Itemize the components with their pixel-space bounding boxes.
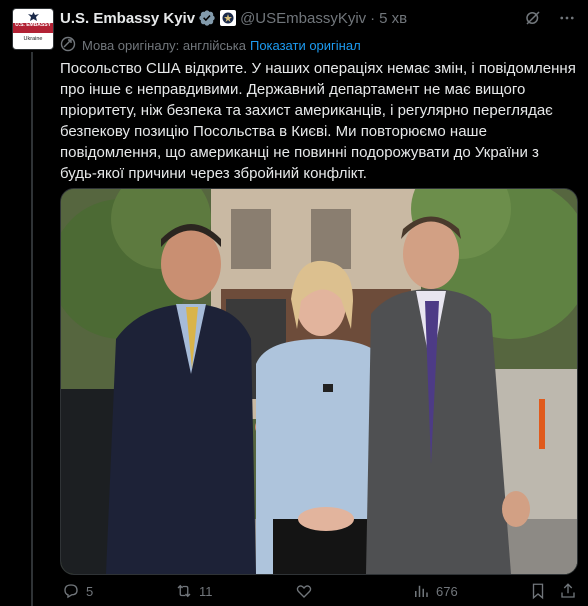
view-count: 676 <box>436 583 458 599</box>
translate-icon <box>60 36 76 55</box>
verified-badge-icon[interactable] <box>198 9 216 27</box>
avatar-subtitle: Ukraine <box>23 36 43 42</box>
avatar[interactable]: U.S. EMBASSY Ukraine <box>12 8 54 50</box>
bookmark-icon <box>532 583 544 600</box>
like-button[interactable] <box>295 582 319 600</box>
reply-count: 5 <box>86 583 94 599</box>
share-icon <box>561 583 575 598</box>
translation-label: Мова оригіналу: англійська <box>82 37 246 53</box>
translation-row: Мова оригіналу: англійська Показати ориг… <box>60 36 361 55</box>
bookmark-button[interactable] <box>529 582 547 600</box>
display-name[interactable]: U.S. Embassy Kyiv <box>60 10 195 27</box>
like-icon <box>296 585 312 598</box>
repost-count: 11 <box>199 583 213 599</box>
show-original-link[interactable]: Показати оригінал <box>250 38 361 53</box>
avatar-column: U.S. EMBASSY Ukraine <box>12 8 54 50</box>
repost-button[interactable]: 11 <box>175 582 213 600</box>
thread-line <box>31 52 33 606</box>
more-icon[interactable] <box>558 9 576 32</box>
views-button[interactable]: 676 <box>412 582 458 600</box>
tweet-text: Посольство США відкрите. У наших операці… <box>60 60 576 182</box>
tweet-header: U.S. Embassy Kyiv @USEmbassyKyiv · 5 хв <box>60 8 576 28</box>
avatar-band: U.S. EMBASSY <box>13 23 53 33</box>
grok-icon[interactable] <box>524 9 542 32</box>
action-bar: 5 11 676 <box>60 582 576 606</box>
tweet-content: U.S. Embassy Kyiv @USEmbassyKyiv · 5 хв … <box>60 8 578 600</box>
views-icon <box>415 585 428 597</box>
share-button[interactable] <box>559 582 577 600</box>
reply-icon <box>64 584 78 599</box>
affiliate-seal-icon[interactable] <box>220 10 237 26</box>
tweet-photo[interactable] <box>60 188 578 575</box>
reply-button[interactable]: 5 <box>62 582 93 600</box>
timestamp[interactable]: 5 хв <box>379 10 407 27</box>
photo-illustration <box>61 189 577 574</box>
eagle-seal-icon <box>28 12 39 21</box>
handle[interactable]: @USEmbassyKyiv <box>240 10 366 27</box>
header-actions <box>524 9 576 32</box>
separator-dot: · <box>370 9 376 27</box>
repost-icon <box>177 584 191 598</box>
